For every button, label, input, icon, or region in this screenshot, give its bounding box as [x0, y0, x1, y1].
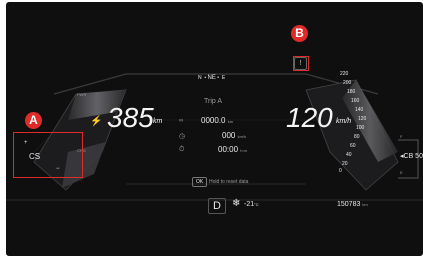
odometer: 150783 km [337, 201, 368, 208]
speed-tick: 120 [358, 116, 367, 122]
range-unit: km [153, 118, 163, 125]
trip-distance-value: 0000.0 [201, 116, 226, 125]
callout-b-marker: B [291, 25, 308, 42]
speed-value: 120 [286, 102, 333, 133]
trip-avg-speed-unit: km/h [237, 134, 247, 139]
trip-distance-unit: km [227, 119, 234, 124]
trip-distance: 0000.0 km [201, 116, 233, 125]
fuel-full-label: F [400, 134, 403, 139]
reset-hint: Hold to reset data [209, 179, 249, 185]
callout-a-box [13, 132, 83, 178]
trip-time: 00:00 h:m [218, 145, 247, 154]
ev-charge-icon: ⚡ [90, 116, 103, 127]
trip-avg-speed-value: 000 [222, 131, 236, 140]
speed-tick: 180 [347, 89, 356, 95]
speed-unit: km/h [336, 118, 352, 125]
power-label: PWR [77, 92, 87, 97]
odometer-value: 150783 [337, 201, 361, 208]
speed-tick: 40 [346, 152, 352, 158]
speed-tick: 60 [350, 143, 356, 149]
compass: N • NE • E [198, 75, 226, 81]
time-icon: ⏱ [179, 146, 185, 153]
trip-label: Trip A [204, 98, 223, 105]
speed-tick: 80 [354, 134, 360, 140]
callout-a-marker: A [25, 112, 42, 129]
snowflake-icon: ❄ [232, 198, 241, 209]
speed-tick: 140 [355, 107, 364, 113]
compass-direction: NE [207, 75, 216, 81]
speed-tick: 200 [343, 80, 352, 86]
outside-temperature: -21°C [244, 201, 259, 208]
speed-tick: 160 [351, 98, 360, 104]
temperature-value: -21 [244, 201, 255, 208]
compass-right: E [221, 75, 226, 81]
temperature-unit: °C [254, 202, 259, 207]
odometer-unit: km [362, 202, 368, 207]
right-cluster-value: CB 50 [403, 153, 423, 160]
gear-indicator: D [208, 198, 226, 214]
trip-time-value: 00:00 [218, 145, 239, 154]
trip-avg-speed: 000 km/h [222, 131, 246, 140]
speed-tick: 20 [342, 161, 348, 167]
ok-button[interactable]: OK [192, 177, 208, 187]
right-cluster-label: ◂CB 50 [400, 152, 423, 160]
range-value: 385 [107, 102, 154, 133]
trip-time-unit: h:m [240, 148, 247, 153]
callout-b-box [293, 56, 309, 71]
fuel-empty-label: E [400, 170, 403, 175]
speed-tick: 0 [339, 168, 342, 174]
speed-tick: 100 [356, 125, 365, 131]
speed-tick: 220 [340, 71, 349, 77]
instrument-cluster-screen: N • NE • E Trip A ∞ 0000.0 km ◷ 000 km/h… [6, 2, 423, 256]
distance-icon: ∞ [179, 118, 184, 124]
avg-speed-icon: ◷ [179, 133, 186, 140]
compass-left: N [198, 75, 202, 81]
